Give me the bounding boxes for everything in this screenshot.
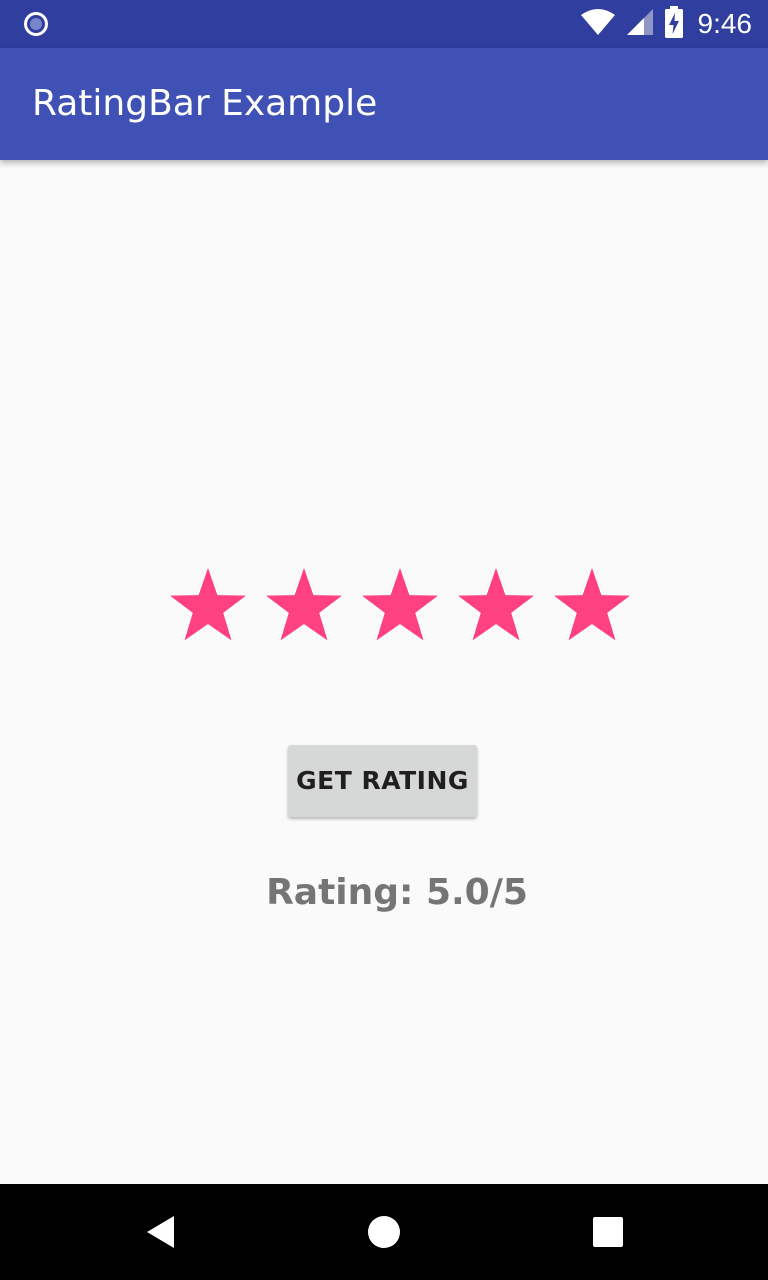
app-bar: RatingBar Example (0, 48, 768, 160)
notification-circle-icon (22, 10, 50, 38)
app-title: RatingBar Example (32, 83, 378, 124)
rating-text: Rating: 5.0/5 (266, 872, 528, 913)
rating-bar[interactable] (160, 560, 640, 656)
recents-icon[interactable] (584, 1208, 632, 1256)
star-2[interactable] (256, 560, 352, 656)
status-time: 9:46 (697, 8, 753, 39)
star-1[interactable] (160, 560, 256, 656)
battery-charging-icon (664, 6, 684, 42)
star-4[interactable] (448, 560, 544, 656)
nav-bar (0, 1184, 768, 1280)
star-3[interactable] (352, 560, 448, 656)
back-icon[interactable] (136, 1208, 184, 1256)
get-rating-button[interactable]: GET RATING (288, 745, 477, 817)
wifi-icon (580, 8, 616, 40)
star-5[interactable] (544, 560, 640, 656)
status-bar: 9:46 (0, 0, 768, 48)
home-icon[interactable] (360, 1208, 408, 1256)
cell-signal-icon (626, 8, 654, 40)
